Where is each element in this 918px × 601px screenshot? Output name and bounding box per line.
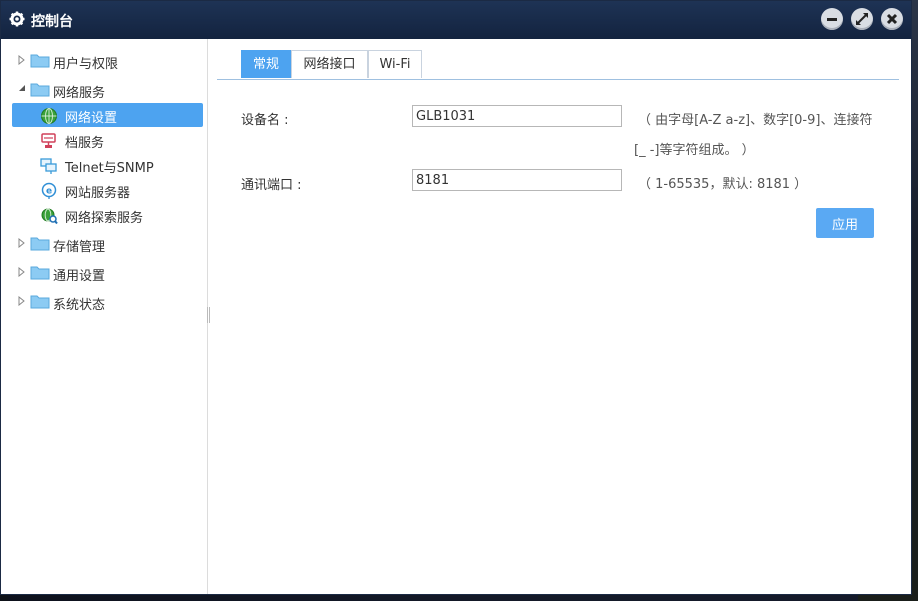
watermark: 值什么值得买 (750, 561, 888, 594)
sidebar-item-network-discovery[interactable]: 网络探索服务 (12, 203, 203, 227)
sidebar-item-users-permissions[interactable]: 用户与权限 (8, 49, 207, 73)
sidebar-item-label: 网络服务 (53, 86, 106, 101)
folder-icon (30, 266, 50, 280)
sidebar-item-label: 用户与权限 (53, 57, 119, 72)
sidebar-item-file-service[interactable]: 档服务 (12, 128, 203, 152)
tab-divider (217, 79, 899, 80)
folder-icon (30, 237, 50, 251)
port-label: 通讯端口 : (241, 178, 302, 193)
maximize-icon (856, 13, 868, 25)
globe-icon (41, 108, 57, 124)
sidebar-item-general-settings[interactable]: 通用设置 (8, 261, 207, 285)
sidebar-item-label: 网站服务器 (65, 186, 131, 201)
window-title: 控制台 (31, 14, 73, 30)
minimize-icon (827, 18, 837, 21)
port-input[interactable] (412, 169, 622, 191)
device-name-label: 设备名 : (241, 113, 289, 128)
chevron-right-icon (18, 267, 25, 277)
sidebar-item-label: 档服务 (65, 136, 105, 151)
pane-splitter-handle[interactable] (207, 307, 210, 323)
sidebar-tree: 用户与权限 网络服务 网络设置 档服务 Telnet与SNMP e 网站服务器 … (8, 39, 208, 594)
port-hint: （ 1-65535，默认: 8181 ） (638, 177, 808, 192)
sidebar-item-system-status[interactable]: 系统状态 (8, 290, 207, 314)
folder-icon (30, 83, 50, 97)
folder-icon (30, 54, 50, 68)
sidebar-item-label: Telnet与SNMP (65, 161, 154, 176)
sidebar-item-label: 网络设置 (65, 111, 118, 126)
sidebar-item-label: 网络探索服务 (65, 211, 144, 226)
sidebar-item-label: 存储管理 (53, 240, 106, 255)
monitors-icon (40, 158, 57, 174)
control-panel-window: 控制台 用户与权限 网络服务 网络设置 档服务 Telnet与SNMP e 网站… (0, 0, 912, 595)
watermark-logo-icon: 值 (750, 563, 780, 594)
apply-button[interactable]: 应用 (816, 208, 874, 238)
tab-network-interface[interactable]: 网络接口 (291, 50, 368, 78)
titlebar[interactable]: 控制台 (1, 1, 911, 39)
chevron-right-icon (18, 238, 25, 248)
close-icon (886, 13, 898, 25)
sidebar-item-telnet-snmp[interactable]: Telnet与SNMP (12, 153, 203, 177)
sidebar-item-label: 通用设置 (53, 269, 106, 284)
sidebar-item-network-settings[interactable]: 网络设置 (12, 103, 203, 127)
maximize-button[interactable] (851, 8, 873, 30)
device-name-hint-line1: （ 由字母[A-Z a-z]、数字[0-9]、连接符 (638, 113, 873, 128)
minimize-button[interactable] (821, 8, 843, 30)
sidebar-item-storage[interactable]: 存储管理 (8, 232, 207, 256)
gear-icon (9, 11, 25, 27)
device-name-input[interactable] (412, 105, 622, 127)
sidebar-item-label: 系统状态 (53, 298, 106, 313)
settings-panel: 常规 网络接口 Wi-Fi 设备名 : （ 由字母[A-Z a-z]、数字[0-… (217, 39, 899, 594)
chevron-right-icon (18, 55, 25, 65)
web-server-icon: e (41, 182, 57, 199)
tab-wifi[interactable]: Wi-Fi (368, 50, 422, 78)
sidebar-item-web-server[interactable]: e 网站服务器 (12, 178, 203, 202)
close-button[interactable] (881, 8, 903, 30)
chevron-right-icon (18, 296, 25, 306)
sidebar-item-network-services[interactable]: 网络服务 (8, 78, 207, 102)
device-name-hint-line2: [_ -]等字符组成。 ） (634, 143, 755, 158)
network-drive-icon (41, 133, 56, 148)
watermark-text: 什么值得买 (788, 565, 888, 589)
chevron-down-icon (19, 85, 25, 91)
svg-text:e: e (46, 187, 52, 197)
network-discovery-icon (41, 208, 58, 225)
tab-general[interactable]: 常规 (241, 50, 291, 78)
folder-icon (30, 295, 50, 309)
